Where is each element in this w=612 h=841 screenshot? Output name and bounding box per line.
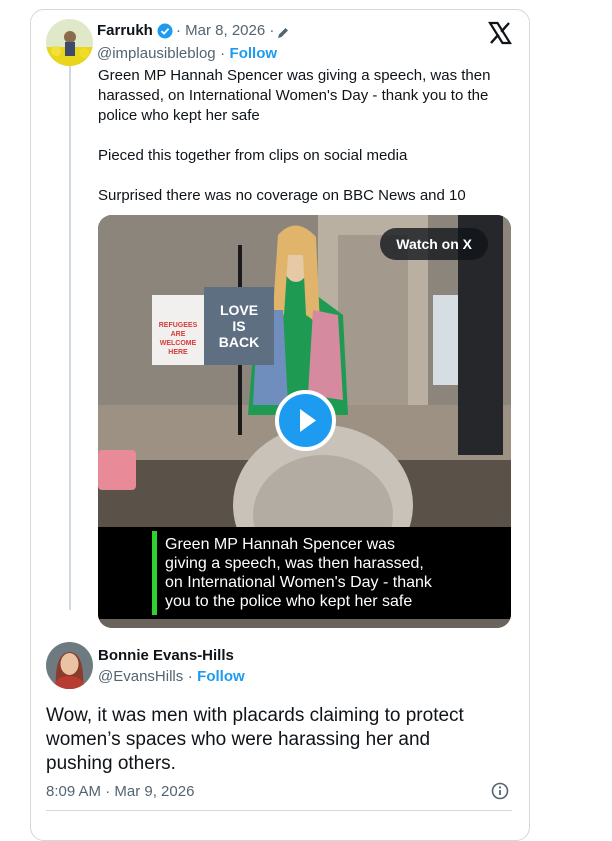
divider	[46, 810, 512, 811]
author-avatar[interactable]	[46, 19, 93, 66]
caption-accent-bar	[152, 531, 157, 615]
verified-badge-icon	[157, 23, 173, 39]
caption-line: on International Women's Day - thank	[165, 574, 432, 591]
sign-text: WELCOME	[160, 340, 197, 347]
caption-line: you to the police who kept her safe	[165, 593, 413, 610]
reply-text-line: pushing others.	[46, 753, 176, 774]
sign-text: ARE	[171, 331, 186, 338]
watch-on-x-button[interactable]: Watch on X	[380, 228, 488, 260]
caption-line: giving a speech, was then harassed,	[165, 555, 424, 572]
reply-text-line: Wow, it was men with placards claiming t…	[46, 705, 464, 726]
reply-handle-separator: ·	[187, 668, 193, 685]
reply-timestamp[interactable]: 8:09 AM · Mar 9, 2026	[46, 783, 194, 800]
caption-line: Green MP Hannah Spencer was	[165, 536, 396, 553]
post-date[interactable]: · Mar 8, 2026 ·	[176, 22, 274, 39]
post-text-line: Surprised there was no coverage on BBC N…	[98, 187, 466, 204]
author-name[interactable]: Farrukh	[97, 22, 153, 39]
placard-text: IS	[232, 318, 245, 334]
placard-text: BACK	[219, 334, 259, 350]
author-handle[interactable]: @implausibleblog	[97, 45, 216, 62]
author-handle-row: @implausibleblog · Follow	[97, 45, 277, 63]
reply-text: Wow, it was men with placards claiming t…	[46, 704, 516, 776]
post-text-line: Green MP Hannah Spencer was giving a spe…	[98, 67, 491, 84]
handle-separator: ·	[220, 45, 226, 62]
play-icon	[300, 409, 316, 432]
post-text-line: police who kept her safe	[98, 107, 260, 124]
sign-text: HERE	[168, 349, 188, 356]
info-icon[interactable]	[491, 782, 509, 800]
sign-text: REFUGEES	[159, 322, 198, 329]
post-text-line: Pieced this together from clips on socia…	[98, 147, 408, 164]
thread-connector-line	[69, 66, 71, 610]
video-caption: Green MP Hannah Spencer was giving a spe…	[165, 535, 495, 611]
reply-author-avatar[interactable]	[46, 642, 93, 689]
reply-handle-row: @EvansHills · Follow	[98, 668, 245, 686]
x-logo-icon[interactable]	[488, 21, 512, 45]
post-text: Green MP Hannah Spencer was giving a spe…	[98, 66, 518, 206]
reply-author-name[interactable]: Bonnie Evans-Hills	[98, 647, 234, 664]
play-button[interactable]	[275, 390, 336, 451]
reply-follow-link[interactable]: Follow	[197, 668, 245, 685]
reply-text-line: women’s spaces who were harassing her an…	[46, 729, 431, 750]
video-media[interactable]: LOVE IS BACK REFUGEES ARE WELCOME HERE W…	[98, 215, 511, 628]
reply-author-handle[interactable]: @EvansHills	[98, 668, 183, 685]
post-text-line: harassed, on International Women's Day -…	[98, 87, 489, 104]
edit-pencil-icon	[276, 26, 290, 40]
placard-text: LOVE	[220, 302, 258, 318]
follow-link[interactable]: Follow	[230, 45, 278, 62]
